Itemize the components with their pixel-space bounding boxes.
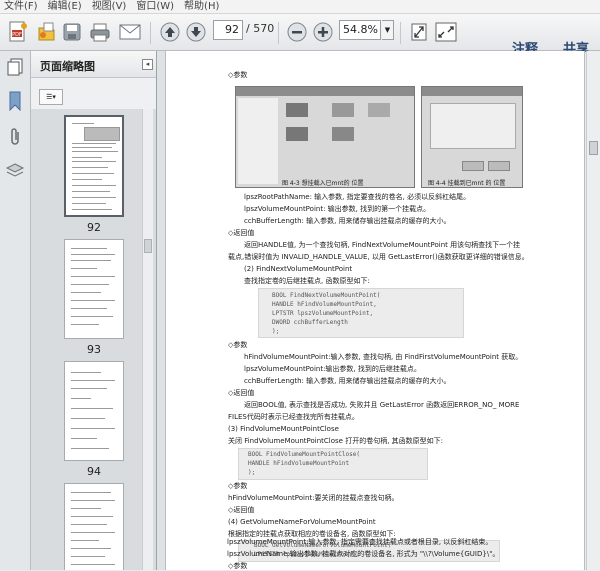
- page-thumbnails-icon[interactable]: [5, 57, 25, 77]
- menu-help[interactable]: 帮助(H): [180, 0, 225, 13]
- figure-mount-dialog: [421, 86, 523, 188]
- create-pdf-icon[interactable]: PDF: [6, 20, 30, 44]
- menu-view[interactable]: 视图(V): [88, 0, 133, 13]
- zoom-dropdown-chevron-icon[interactable]: ▼: [382, 20, 394, 40]
- save-icon[interactable]: [60, 20, 84, 44]
- body-text: FILES代码时表示已经查找完所有挂载点。: [228, 413, 359, 421]
- code-line: BOOL FindNextVolumeMountPoint(: [272, 292, 381, 299]
- figure-explorer-screenshot: [235, 86, 415, 188]
- section-heading: ◇参数: [228, 71, 248, 79]
- document-page: ◇参数 图 4-3 想挂载入已mnt的 位置 图 4-4 挂载到已mnt 的 位…: [165, 51, 585, 570]
- body-text: 载点,错误时值为 INVALID_HANDLE_VALUE, 以用 GetLas…: [228, 253, 529, 261]
- body-text: cchBufferLength: 输入参数, 用来储存输出挂载点的缓存的大小。: [244, 217, 451, 225]
- zoom-out-icon[interactable]: [285, 20, 309, 44]
- email-icon[interactable]: [117, 20, 143, 44]
- navigation-rail: [0, 51, 31, 570]
- section-heading: ◇返回值: [228, 389, 255, 397]
- thumbnail-scrollbar[interactable]: [142, 109, 153, 570]
- body-text: 查找指定卷的后继挂载点, 函数原型如下:: [244, 277, 370, 285]
- subsection-heading: (4) GetVolumeNameForVolumeMountPoint: [228, 518, 376, 526]
- body-text: lpszVolumeMountPoint:输入参数, 指定需要查找挂载点或者根目…: [227, 538, 493, 546]
- menu-window[interactable]: 窗口(W): [132, 0, 180, 13]
- thumbnail-label: 93: [87, 343, 101, 356]
- figure-caption: 图 4-3 想挂载入已mnt的 位置: [282, 180, 364, 187]
- toolbar-separator: [400, 22, 401, 44]
- svg-text:PDF: PDF: [12, 32, 22, 38]
- panel-collapse-icon[interactable]: ◂: [142, 59, 153, 70]
- document-scrollbar-thumb[interactable]: [589, 141, 598, 155]
- previous-page-icon[interactable]: [158, 20, 182, 44]
- attachment-icon[interactable]: [5, 127, 25, 147]
- menu-file[interactable]: 文件(F): [0, 0, 44, 13]
- body-text: lpszVolumeName:输出参数, 挂载点对应的卷设备名, 形式为 "\\…: [227, 550, 500, 558]
- section-heading: ◇返回值: [228, 229, 255, 237]
- body-text: cchBufferLength: 输入参数, 用来储存输出挂载点的缓存的大小。: [244, 377, 451, 385]
- toolbar-separator: [150, 22, 151, 44]
- panel-header: 页面缩略图 ◂: [31, 51, 156, 78]
- zoom-in-icon[interactable]: [311, 20, 335, 44]
- body-text: lpszVolumeMountPoint:输出参数, 找到的后继挂载点。: [244, 365, 421, 373]
- fit-page-icon[interactable]: [408, 20, 430, 44]
- toolbar: PDF 注释 共享: [0, 14, 600, 57]
- document-scrollbar[interactable]: [586, 51, 600, 570]
- thumbnail-label: 94: [87, 465, 101, 478]
- code-line: HANDLE hFindVolumeMountPoint,: [272, 301, 377, 308]
- code-line: HANDLE hFindVolumeMountPoint: [248, 460, 350, 467]
- toolbar-separator: [278, 22, 279, 44]
- panel-options-button[interactable]: ☰▾: [39, 89, 63, 105]
- thumbnail-page[interactable]: [64, 361, 124, 461]
- code-line: );: [248, 469, 256, 476]
- thumbnail-page[interactable]: [64, 115, 124, 217]
- next-page-icon[interactable]: [184, 20, 208, 44]
- code-line: BOOL FindVolumeMountPointClose(: [248, 451, 360, 458]
- zoom-input[interactable]: 54.8%: [339, 20, 381, 40]
- thumbnail-scrollbar-thumb[interactable]: [144, 239, 152, 253]
- page-number-input[interactable]: 92: [213, 20, 243, 40]
- bookmark-icon[interactable]: [5, 91, 25, 111]
- code-line: LPTSTR lpszVolumeMountPoint,: [272, 310, 374, 317]
- read-mode-icon[interactable]: [433, 20, 459, 44]
- body-text: 返回HANDLE值, 为一个查找句柄, FindNextVolumeMountP…: [244, 241, 521, 249]
- thumbnail-list: 92 93 94: [31, 109, 156, 570]
- body-text: 返回BOOL值, 表示查找是否成功, 失败并且 GetLastError 函数返…: [244, 401, 520, 409]
- layers-icon[interactable]: [5, 161, 25, 181]
- print-icon[interactable]: [88, 20, 112, 44]
- subsection-heading: (2) FindNextVolumeMountPoint: [244, 265, 353, 273]
- panel-title: 页面缩略图: [40, 60, 95, 73]
- thumbnail-page[interactable]: [64, 483, 124, 570]
- code-line: );: [272, 328, 280, 335]
- body-text: hFindVolumeMountPoint:输入参数, 查找句柄, 由 Find…: [244, 353, 523, 361]
- section-heading: ◇参数: [228, 341, 248, 349]
- thumbnail-page[interactable]: [64, 239, 124, 339]
- figure-caption: 图 4-4 挂载到已mnt 的 位置: [428, 180, 506, 187]
- open-file-icon[interactable]: [34, 20, 58, 44]
- subsection-heading: (3) FindVolumeMountPointClose: [228, 425, 339, 433]
- body-text: hFindVolumeMountPoint:要关闭的挂载点查找句柄。: [228, 494, 399, 502]
- page-total: / 570: [246, 22, 275, 35]
- section-heading: ◇参数: [228, 482, 248, 490]
- thumbnail-label: 92: [87, 221, 101, 234]
- menu-bar: 文件(F) 编辑(E) 视图(V) 窗口(W) 帮助(H): [0, 0, 600, 14]
- menu-edit[interactable]: 编辑(E): [44, 0, 88, 13]
- body-text: lpszVolumeMountPoint: 输出参数, 找到的第一个挂载点。: [244, 205, 431, 213]
- document-area: ◇参数 图 4-3 想挂载入已mnt的 位置 图 4-4 挂载到已mnt 的 位…: [157, 51, 585, 570]
- body-text: 关闭 FindVolumeMountPointClose 打开的卷句柄, 其函数…: [228, 437, 444, 445]
- thumbnail-panel: 页面缩略图 ◂ ☰▾ 92 93 94: [31, 51, 157, 570]
- code-line: DWORD cchBufferLength: [272, 319, 348, 326]
- section-heading: ◇返回值: [228, 506, 255, 514]
- body-text: lpszRootPathName: 输入参数, 指定要查找的卷名, 必须以反斜杠…: [244, 193, 471, 201]
